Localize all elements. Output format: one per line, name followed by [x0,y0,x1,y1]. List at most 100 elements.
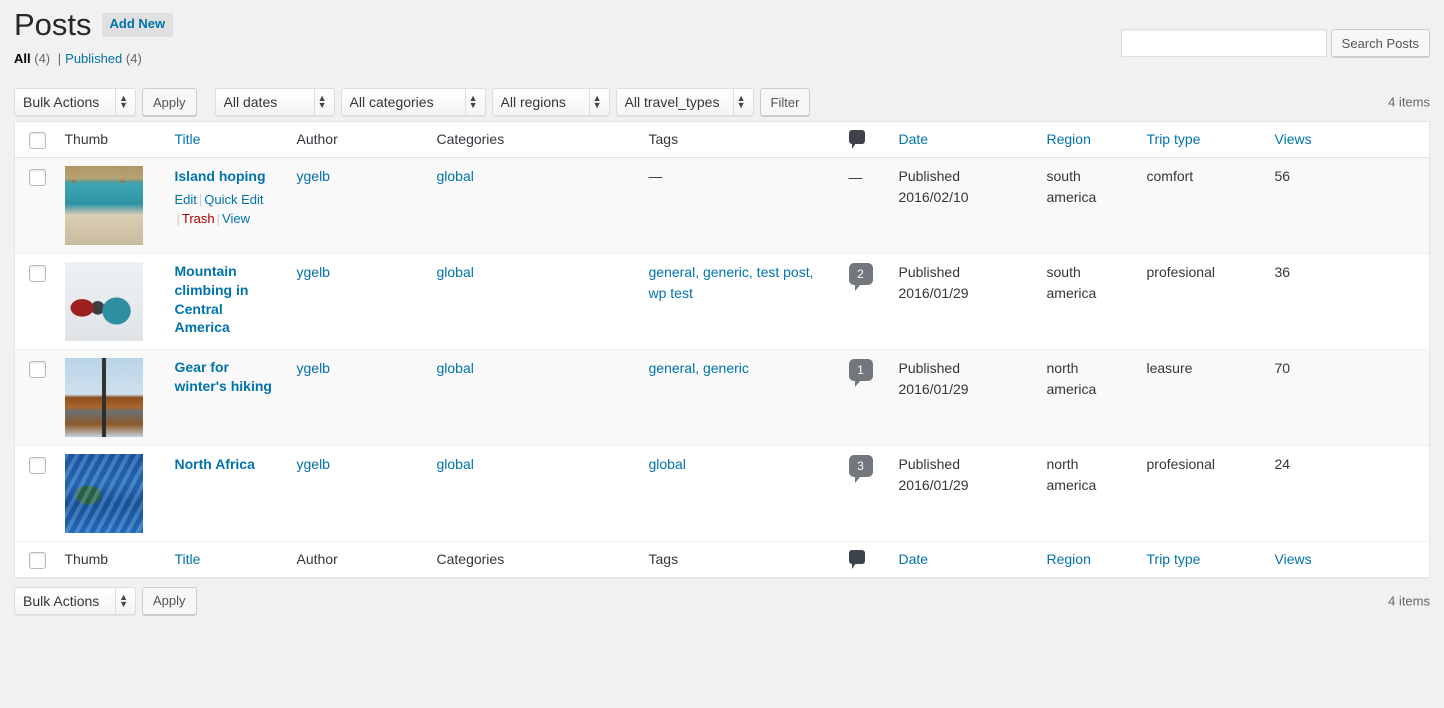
row-tags-cell: global [639,445,839,541]
categories-filter-select[interactable]: All categories [340,88,486,116]
comment-count-badge[interactable]: 1 [848,358,873,387]
category-link[interactable]: global [437,360,474,376]
author-link[interactable]: ygelb [297,360,330,376]
row-action-edit[interactable]: Edit [175,192,197,207]
select-all-checkbox-footer[interactable] [29,551,46,569]
row-checkbox[interactable] [29,168,46,186]
row-select-cell [15,349,55,445]
row-action-quick-edit[interactable]: Quick Edit [204,192,263,207]
categories-select-wrap: All categories ▲ ▼ [340,88,486,116]
column-header-categories: Categories [436,131,505,148]
column-header-date: Date [889,122,1037,158]
bulk-actions-select-bottom[interactable]: Bulk Actions [14,586,136,615]
select-all-checkbox[interactable] [29,131,46,149]
filter-button[interactable]: Filter [759,88,811,116]
apply-button-bottom[interactable]: Apply [142,586,197,615]
posts-page-wrap: Posts Add New All (4) | Published (4) Se… [0,0,1444,616]
row-tags-cell: — [639,157,839,253]
row-thumb-cell [55,157,165,253]
dates-filter-select[interactable]: All dates [214,88,335,116]
tag-links[interactable]: global [649,456,686,472]
row-date-cell: Published 2016/02/10 [889,157,1037,253]
author-link[interactable]: ygelb [297,168,330,184]
tablenav-top-actions: Bulk Actions ▲ ▼ Apply All dates ▲ ▼ All… [14,88,818,116]
post-thumbnail[interactable] [64,357,143,437]
column-header-author: Author [296,131,338,148]
search-input[interactable] [1120,29,1327,57]
tablenav-bottom-actions: Bulk Actions ▲ ▼ Apply [14,586,205,615]
row-date-cell: Published 2016/01/29 [889,253,1037,349]
row-trip-type-cell: comfort [1146,167,1194,184]
sort-link-date[interactable]: Date [899,131,929,147]
status-separator: | [57,51,62,66]
bulk-actions-select-top[interactable]: Bulk Actions [14,88,136,116]
category-link[interactable]: global [437,168,474,184]
status-link-all[interactable]: All [14,51,31,66]
table-row: Mountain climbing in Central America yge… [14,253,1430,350]
column-footer-trip-type: Trip type [1137,541,1265,577]
row-checkbox[interactable] [29,264,46,282]
row-select-cell [15,445,55,541]
status-links-row: All (4) | Published (4) Search Posts [14,29,1430,81]
sort-link-views-footer[interactable]: Views [1275,551,1312,567]
row-date-cell: Published 2016/01/29 [889,445,1037,541]
sort-link-region[interactable]: Region [1047,131,1091,147]
add-new-button[interactable]: Add New [101,13,174,37]
date-value: 2016/01/29 [898,284,969,301]
sort-link-views[interactable]: Views [1275,131,1312,147]
apply-button-top[interactable]: Apply [142,88,197,116]
table-header-row: Thumb Title Author Categories Tags Date … [14,122,1430,158]
category-link[interactable]: global [437,264,474,280]
post-title-link[interactable]: Mountain climbing in Central America [175,262,277,338]
row-select-cell [15,157,55,253]
row-views-cell: 70 [1274,359,1291,376]
table-row: Island hoping Edit | Quick Edit | Trash | Vie… [14,157,1430,254]
date-status: Published [898,263,961,280]
sort-link-title-footer[interactable]: Title [175,551,201,567]
tag-links[interactable]: general, generic, test post, wp test [649,264,814,301]
author-link[interactable]: ygelb [297,264,330,280]
row-action-trash[interactable]: Trash [182,211,215,226]
row-title-cell: Island hoping Edit | Quick Edit | Trash | Vie… [165,157,287,253]
travel-types-filter-select[interactable]: All travel_types [615,88,754,116]
sort-link-title[interactable]: Title [175,131,201,147]
post-title-link[interactable]: Gear for winter's hiking [175,358,277,396]
row-checkbox[interactable] [29,360,46,378]
travel-types-select-wrap: All travel_types ▲ ▼ [615,88,754,116]
sort-link-date-footer[interactable]: Date [899,551,929,567]
post-title-link[interactable]: North Africa [175,455,255,474]
author-link[interactable]: ygelb [297,456,330,472]
post-thumbnail[interactable] [64,165,143,245]
row-author-cell: ygelb [287,253,427,349]
status-count-all: (4) [34,51,51,66]
post-title-link[interactable]: Island hoping [175,167,266,186]
row-checkbox[interactable] [29,456,46,474]
category-link[interactable]: global [437,456,474,472]
row-action-view[interactable]: View [222,211,250,226]
comment-count-badge[interactable]: 3 [848,454,873,483]
sort-link-trip-type-footer[interactable]: Trip type [1147,551,1201,567]
column-footer-title: Title [165,541,287,577]
row-date-cell: Published 2016/01/29 [889,349,1037,445]
row-thumb-cell [55,349,165,445]
column-header-thumb: Thumb [64,131,109,148]
status-link-published[interactable]: Published [65,51,122,66]
date-value: 2016/02/10 [898,188,969,205]
comment-bubble-icon [848,550,865,570]
regions-filter-select[interactable]: All regions [491,88,610,116]
comment-count-badge[interactable]: 2 [848,262,873,291]
post-thumbnail[interactable] [64,261,143,341]
row-categories-cell: global [427,253,639,349]
table-row: Gear for winter's hiking ygelb global ge… [14,349,1430,446]
column-footer-date: Date [889,541,1037,577]
column-footer-region: Region [1037,541,1137,577]
tag-links[interactable]: general, generic [649,360,749,376]
search-posts-button[interactable]: Search Posts [1330,29,1430,57]
row-comments-cell: — [839,157,889,253]
post-thumbnail[interactable] [64,453,143,533]
select-all-footer-header [15,541,55,577]
displaying-num-top: 4 items [1388,94,1430,110]
comments-empty: — [848,168,863,185]
sort-link-trip-type[interactable]: Trip type [1147,131,1201,147]
sort-link-region-footer[interactable]: Region [1047,551,1091,567]
